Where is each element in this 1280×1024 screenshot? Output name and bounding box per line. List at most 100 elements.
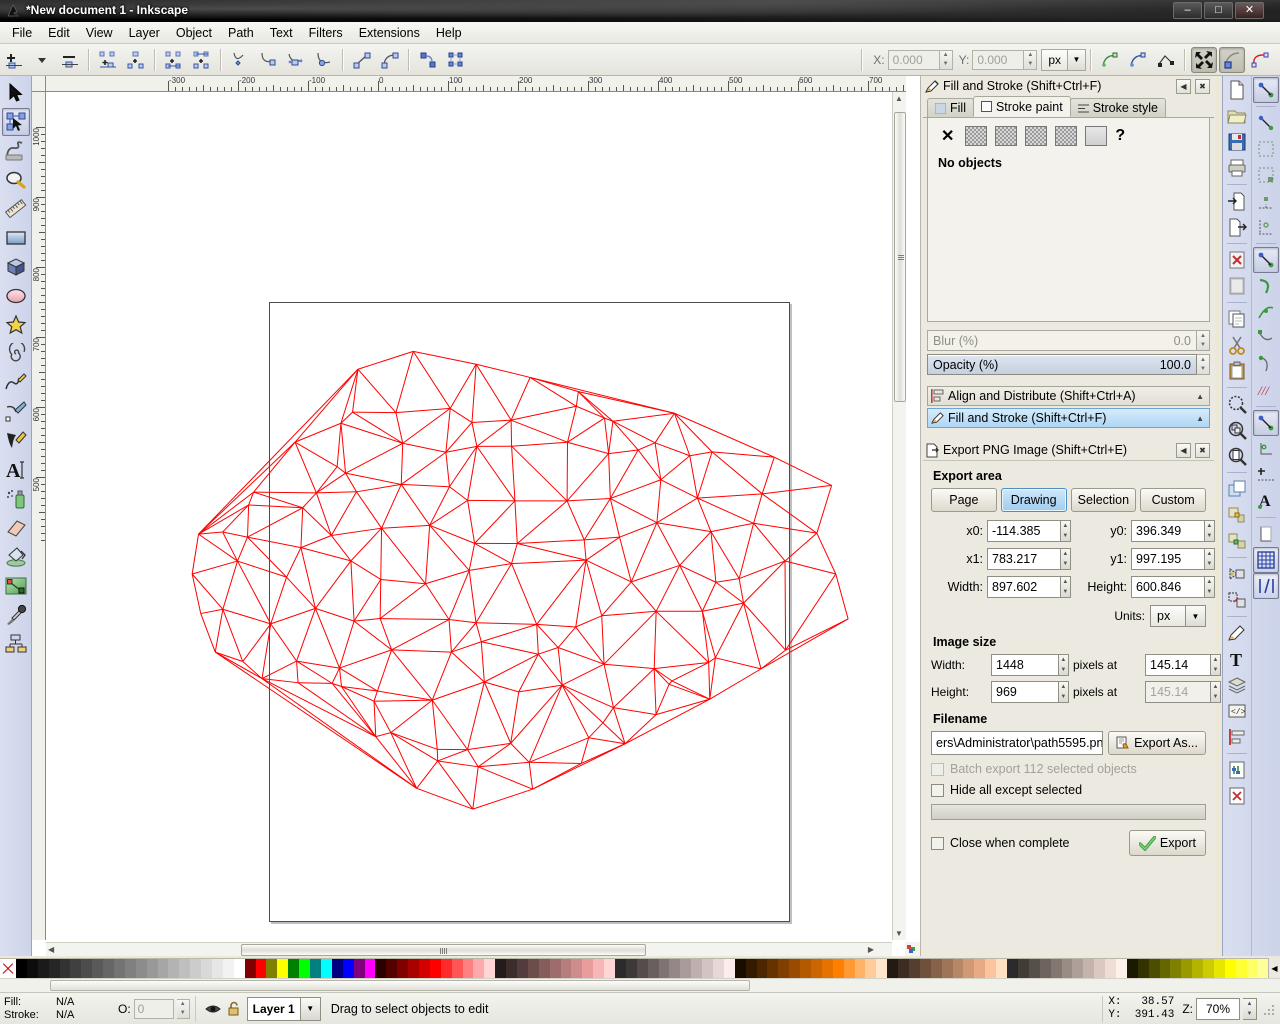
close-button[interactable]: ✕ (1235, 2, 1264, 19)
palette-swatch[interactable] (190, 959, 202, 979)
palette-swatch[interactable] (1224, 959, 1236, 979)
menu-help[interactable]: Help (428, 24, 470, 42)
palette-swatch[interactable] (549, 959, 561, 979)
menu-extensions[interactable]: Extensions (351, 24, 428, 42)
export-x0-input[interactable] (987, 520, 1060, 542)
snap-bbox-edge-mid-icon[interactable] (1253, 188, 1279, 214)
swatch-icon[interactable] (1085, 126, 1108, 146)
stroke-to-path-icon[interactable] (443, 47, 469, 73)
tab-stroke-paint[interactable]: Stroke paint (972, 96, 1071, 117)
palette-swatch[interactable] (691, 959, 703, 979)
show-outline-icon[interactable] (1247, 47, 1273, 73)
palette-scroll-arrow[interactable]: ◀ (1268, 958, 1280, 978)
triangulated-mesh-drawing[interactable] (46, 92, 906, 940)
text-tool-icon[interactable]: T (1224, 646, 1250, 672)
palette-swatch[interactable] (212, 959, 223, 979)
palette-swatch[interactable] (1257, 959, 1269, 979)
palette-horizontal-scrollbar[interactable] (0, 978, 1280, 992)
menu-view[interactable]: View (78, 24, 121, 42)
palette-swatch[interactable] (843, 959, 855, 979)
sidebar-item-selector-tool[interactable] (2, 79, 30, 107)
canvas-viewport[interactable] (46, 92, 906, 940)
palette-swatch[interactable] (222, 959, 234, 979)
close-complete-row[interactable]: Close when complete (931, 836, 1070, 850)
palette-swatch[interactable] (941, 959, 953, 979)
snap-path-intersect-icon[interactable] (1253, 299, 1279, 325)
palette-swatch[interactable] (800, 959, 812, 979)
join-segment-icon[interactable] (161, 47, 187, 73)
palette-swatch[interactable] (299, 959, 311, 979)
palette-swatch[interactable] (593, 959, 605, 979)
palette-swatch[interactable] (647, 959, 659, 979)
palette-swatch[interactable] (418, 959, 430, 979)
image-width-input[interactable] (991, 654, 1058, 676)
blur-slider-row[interactable]: Blur (%) 0.0 ▲ ▼ (927, 330, 1210, 351)
palette-swatch[interactable] (1115, 959, 1127, 979)
linear-gradient-icon[interactable] (995, 126, 1018, 146)
preferences-icon[interactable] (1224, 757, 1250, 783)
export-area-selection-button[interactable]: Selection (1070, 488, 1137, 512)
palette-swatch[interactable] (811, 959, 822, 979)
palette-swatch[interactable] (636, 959, 648, 979)
save-document-icon[interactable] (1224, 129, 1250, 155)
palette-swatch[interactable] (680, 959, 692, 979)
break-nodes-icon[interactable] (123, 47, 149, 73)
snap-grid-icon[interactable] (1253, 547, 1279, 573)
node-y-spin-arrows[interactable]: ▲ ▼ (1024, 49, 1038, 70)
layer-selector[interactable]: Layer 1 ▼ (246, 996, 321, 1021)
node-cusp-icon[interactable] (227, 47, 253, 73)
sidebar-item-pencil-tool[interactable] (2, 369, 30, 397)
next-path-effect-icon[interactable] (1097, 47, 1123, 73)
export-y0-spin[interactable]: ▲ ▼ (1203, 520, 1215, 542)
palette-swatch[interactable] (16, 959, 27, 979)
export-height-spin[interactable]: ▲ ▼ (1203, 576, 1215, 598)
zoom-control[interactable]: Z: 70% ▲ ▼ (1182, 997, 1257, 1020)
export-x1-spin[interactable]: ▲ ▼ (1059, 548, 1071, 570)
palette-swatch[interactable] (1072, 959, 1084, 979)
align-distribute-icon[interactable] (1224, 724, 1250, 750)
node-x-stepper[interactable]: 0.000 ▲ ▼ (887, 49, 953, 70)
zoom-input[interactable]: 70% (1196, 997, 1240, 1020)
palette-swatch[interactable] (1061, 959, 1073, 979)
palette-swatch[interactable] (952, 959, 964, 979)
palette-swatch[interactable] (734, 959, 746, 979)
export-y1-input[interactable] (1131, 548, 1204, 570)
node-units-combo[interactable]: px ▼ (1041, 48, 1086, 71)
palette-swatch[interactable] (745, 959, 757, 979)
sidebar-item-text-tool[interactable]: A (2, 456, 30, 484)
canvas-corner-widget[interactable] (905, 942, 920, 956)
cut-icon[interactable] (1224, 332, 1250, 358)
palette-swatch[interactable] (179, 959, 191, 979)
status-opacity-spin[interactable]: ▲ ▼ (176, 998, 190, 1019)
canvas-vertical-scrollbar[interactable]: ▲ ▼ (892, 92, 906, 940)
sidebar-item-eraser-tool[interactable] (2, 514, 30, 542)
palette-swatch[interactable] (124, 959, 136, 979)
opacity-stepper[interactable]: ▲ ▼ (1197, 354, 1210, 375)
palette-swatch[interactable] (919, 959, 931, 979)
chevron-left-icon[interactable]: ◀ (1271, 964, 1277, 973)
duplicate-icon[interactable] (1224, 476, 1250, 502)
zoom-stepper[interactable]: ▲ ▼ (1243, 997, 1257, 1020)
palette-swatch[interactable] (963, 959, 975, 979)
scroll-left-icon[interactable]: ◀ (48, 945, 54, 954)
export-width-stepper[interactable]: ▲▼ (987, 576, 1071, 598)
palette-swatch[interactable] (1126, 959, 1138, 979)
snap-cusp-node-icon[interactable] (1253, 325, 1279, 351)
node-y-stepper[interactable]: 0.000 ▲ ▼ (972, 49, 1038, 70)
palette-swatch[interactable] (767, 959, 779, 979)
snap-path-icon[interactable] (1253, 273, 1279, 299)
snap-midpoint-icon[interactable]: /// (1253, 377, 1279, 403)
palette-swatch[interactable] (723, 959, 735, 979)
palette-swatch[interactable] (865, 959, 877, 979)
vertical-ruler[interactable]: 1000 900 800 700 600 500 (32, 92, 46, 940)
dock-bar-align-distribute[interactable]: Align and Distribute (Shift+Ctrl+A) ▲ (927, 386, 1210, 406)
export-x0-spin[interactable]: ▲ ▼ (1059, 520, 1071, 542)
close-complete-checkbox[interactable] (931, 836, 944, 850)
palette-swatch[interactable] (702, 959, 713, 979)
palette-swatch[interactable] (146, 959, 158, 979)
eye-icon[interactable] (205, 1000, 222, 1017)
snap-bbox-corner-icon[interactable] (1253, 162, 1279, 188)
image-width-stepper[interactable]: ▲▼ (991, 654, 1069, 676)
palette-swatch[interactable] (408, 959, 419, 979)
palette-swatch[interactable] (26, 959, 38, 979)
